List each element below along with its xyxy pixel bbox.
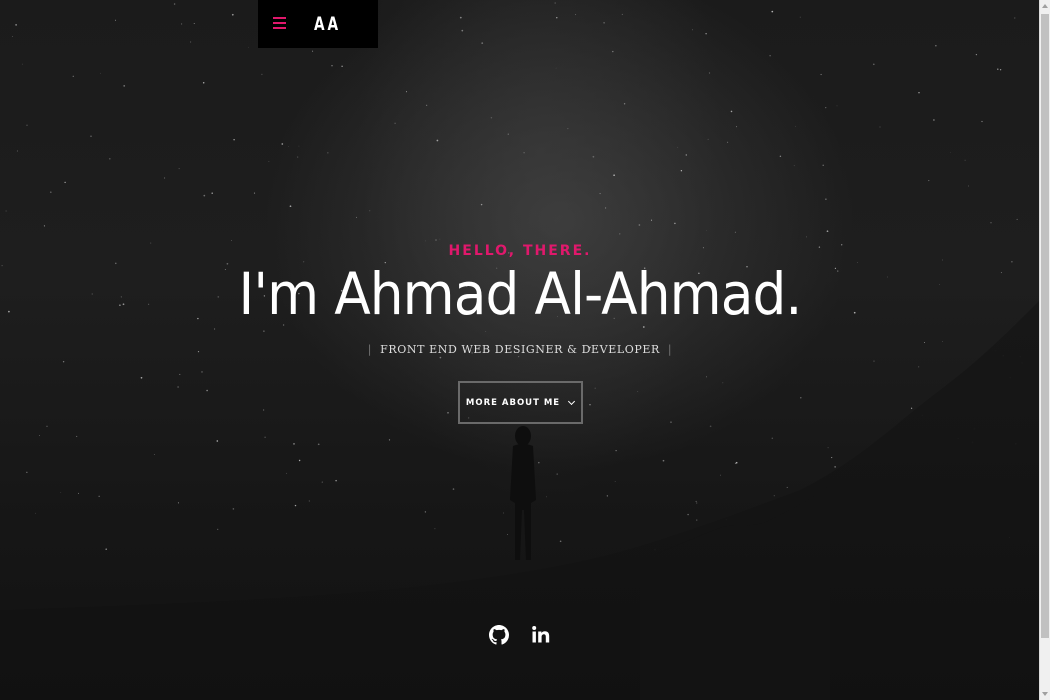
role-divider-left: | <box>367 343 373 356</box>
site-logo[interactable]: AA <box>314 13 341 35</box>
role-text: FRONT END WEB DESIGNER & DEVELOPER <box>380 343 660 356</box>
greeting-text: HELLO, THERE. <box>448 243 592 259</box>
scroll-down-arrow-icon[interactable] <box>1042 692 1048 696</box>
github-link[interactable] <box>489 624 509 646</box>
role-subtitle: | FRONT END WEB DESIGNER & DEVELOPER | <box>0 343 1040 356</box>
site-header: AA <box>258 0 378 48</box>
hamburger-menu-icon[interactable] <box>273 16 287 30</box>
social-links <box>0 624 1040 646</box>
scroll-up-arrow-icon[interactable] <box>1042 4 1048 8</box>
more-about-me-button[interactable]: MORE ABOUT ME <box>457 381 583 424</box>
hero-section: AA HELLO, THERE. I'm Ahmad Al-Ahmad. | FR… <box>0 0 1040 700</box>
github-icon <box>489 625 509 645</box>
page-scrollbar[interactable] <box>1039 0 1050 700</box>
hero-title: I'm Ahmad Al-Ahmad. <box>238 260 803 328</box>
role-divider-right: | <box>667 343 673 356</box>
hero-content: HELLO, THERE. I'm Ahmad Al-Ahmad. | FRONT… <box>0 240 1040 424</box>
scroll-thumb[interactable] <box>1041 14 1049 638</box>
more-about-me-label: MORE ABOUT ME <box>465 397 561 408</box>
linkedin-icon <box>532 626 550 643</box>
linkedin-link[interactable] <box>531 624 551 646</box>
chevron-down-icon <box>568 397 576 405</box>
